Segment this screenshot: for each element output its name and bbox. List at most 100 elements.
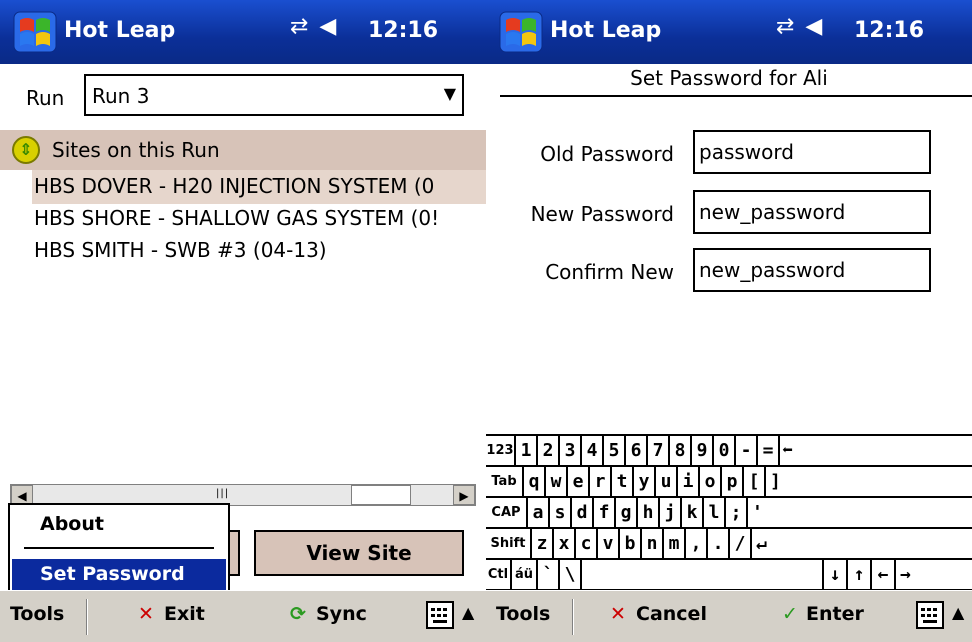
soft-keyboard: 123 1 2 3 4 5 6 7 8 9 0 - = ⬅ Tab q w e … (486, 434, 972, 591)
connectivity-icon[interactable]: ⇄ ◀︎ (776, 14, 824, 39)
ctrl-key[interactable]: Ctl (486, 560, 512, 591)
shift-key[interactable]: Shift (486, 529, 532, 560)
right-arrow-key[interactable]: → (896, 560, 972, 591)
key[interactable]: a (528, 498, 550, 529)
key[interactable]: v (598, 529, 620, 560)
connectivity-icon[interactable]: ⇄ ◀︎ (290, 14, 338, 39)
clock[interactable]: 12:16 (368, 18, 438, 43)
key[interactable]: j (660, 498, 682, 529)
key[interactable]: l (704, 498, 726, 529)
key[interactable]: 3 (560, 436, 582, 467)
keyboard-row: Shift z x c v b n m , . / ↵ (486, 529, 972, 560)
key[interactable]: q (524, 467, 546, 498)
view-site-button[interactable]: View Site (254, 530, 464, 576)
key[interactable]: / (730, 529, 752, 560)
key[interactable]: 2 (538, 436, 560, 467)
exit-button[interactable]: Exit (164, 603, 205, 625)
key[interactable]: n (642, 529, 664, 560)
key[interactable]: 123 (486, 436, 516, 467)
backspace-key[interactable]: ⬅ (780, 436, 972, 467)
key[interactable]: ` (538, 560, 560, 591)
key[interactable]: g (616, 498, 638, 529)
tools-menu-button[interactable]: Tools (496, 603, 550, 625)
list-header[interactable]: ⇕ Sites on this Run (0, 130, 486, 170)
key[interactable]: o (700, 467, 722, 498)
up-arrow-key[interactable]: ↑ (848, 560, 872, 591)
close-icon[interactable]: ✕ (610, 603, 626, 625)
key[interactable]: z (532, 529, 554, 560)
enter-button[interactable]: Enter (806, 603, 864, 625)
scroll-left-icon[interactable]: ◀ (11, 485, 33, 505)
key[interactable]: \ (560, 560, 582, 591)
start-flag-icon[interactable] (498, 10, 544, 54)
key[interactable]: 1 (516, 436, 538, 467)
run-label: Run (26, 86, 65, 110)
menu-bar: Tools ✕ Exit ⟳ Sync ▲ (0, 590, 486, 642)
key[interactable]: e (568, 467, 590, 498)
new-password-field[interactable]: new_password (693, 190, 931, 234)
sync-icon[interactable]: ⟳ (290, 603, 306, 625)
confirm-password-field[interactable]: new_password (693, 248, 931, 292)
run-select[interactable]: Run 3 ▼ (84, 74, 464, 116)
scroll-grip-icon: ||| (216, 488, 230, 499)
list-item[interactable]: HBS SHORE - SHALLOW GAS SYSTEM (0! (32, 202, 439, 236)
key[interactable]: c (576, 529, 598, 560)
space-key[interactable] (582, 560, 824, 591)
key[interactable]: 5 (604, 436, 626, 467)
key[interactable]: t (612, 467, 634, 498)
key[interactable]: ' (748, 498, 972, 529)
key[interactable]: x (554, 529, 576, 560)
menu-item-about[interactable]: About (40, 513, 104, 535)
key[interactable]: 9 (692, 436, 714, 467)
caps-lock-key[interactable]: CAP (486, 498, 528, 529)
key[interactable]: k (682, 498, 704, 529)
key[interactable]: 4 (582, 436, 604, 467)
key[interactable]: [ (744, 467, 766, 498)
key[interactable]: = (758, 436, 780, 467)
key[interactable]: h (638, 498, 660, 529)
key[interactable]: p (722, 467, 744, 498)
tools-menu-button[interactable]: Tools (10, 603, 64, 625)
key[interactable]: - (736, 436, 758, 467)
keyboard-icon[interactable] (916, 601, 944, 629)
key[interactable]: r (590, 467, 612, 498)
old-password-field[interactable]: password (693, 130, 931, 174)
key[interactable]: d (572, 498, 594, 529)
key[interactable]: . (708, 529, 730, 560)
key[interactable]: , (686, 529, 708, 560)
down-arrow-key[interactable]: ↓ (824, 560, 848, 591)
close-icon[interactable]: ✕ (138, 603, 154, 625)
checkmark-icon[interactable]: ✓ (782, 603, 798, 625)
key[interactable]: 8 (670, 436, 692, 467)
key[interactable]: 6 (626, 436, 648, 467)
title-bar: Hot Leap ⇄ ◀︎ 12:16 (486, 0, 972, 64)
key[interactable]: ; (726, 498, 748, 529)
key[interactable]: ] (766, 467, 972, 498)
scroll-thumb[interactable] (351, 485, 411, 505)
sync-button[interactable]: Sync (316, 603, 367, 625)
key[interactable]: w (546, 467, 568, 498)
left-arrow-key[interactable]: ← (872, 560, 896, 591)
key[interactable]: Tab (486, 467, 524, 498)
key[interactable]: m (664, 529, 686, 560)
list-item[interactable]: HBS SMITH - SWB #3 (04-13) (32, 234, 327, 268)
key[interactable]: u (656, 467, 678, 498)
cancel-button[interactable]: Cancel (636, 603, 707, 625)
key[interactable]: s (550, 498, 572, 529)
key[interactable]: 7 (648, 436, 670, 467)
key[interactable]: b (620, 529, 642, 560)
key[interactable]: i (678, 467, 700, 498)
input-panel-arrow-icon[interactable]: ▲ (952, 603, 964, 622)
scroll-right-icon[interactable]: ▶ (453, 485, 475, 505)
key[interactable]: 0 (714, 436, 736, 467)
clock[interactable]: 12:16 (854, 18, 924, 43)
input-panel-arrow-icon[interactable]: ▲ (462, 603, 474, 622)
key[interactable]: y (634, 467, 656, 498)
key[interactable]: f (594, 498, 616, 529)
enter-key[interactable]: ↵ (752, 529, 972, 560)
menu-item-set-password[interactable]: Set Password (12, 559, 226, 591)
accent-key[interactable]: áü (512, 560, 538, 591)
list-item[interactable]: HBS DOVER - H20 INJECTION SYSTEM (0 (32, 170, 486, 204)
start-flag-icon[interactable] (12, 10, 58, 54)
keyboard-icon[interactable] (426, 601, 454, 629)
